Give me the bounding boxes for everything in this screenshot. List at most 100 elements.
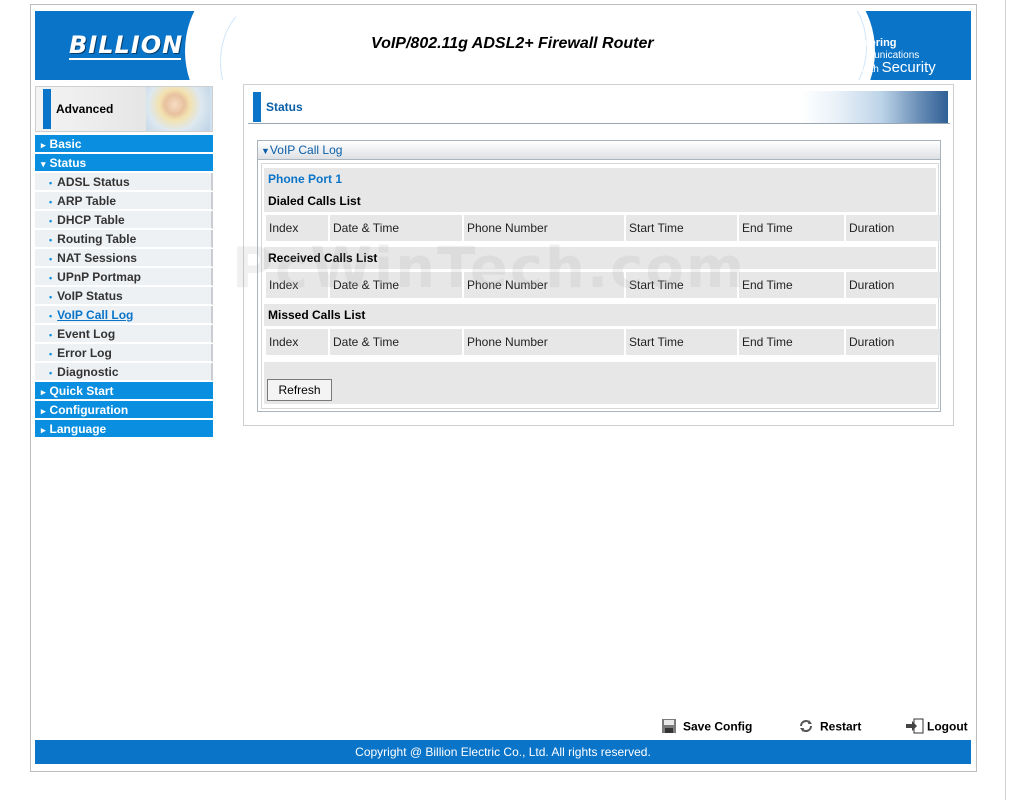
bullet-icon: • — [49, 330, 53, 340]
logout-icon — [905, 718, 925, 737]
accent-bar — [43, 89, 51, 129]
logo-underline — [69, 58, 181, 60]
product-title: VoIP/802.11g ADSL2+ Firewall Router — [371, 35, 654, 52]
sidebar-item-configuration[interactable]: ▸ Configuration — [35, 401, 213, 419]
sidebar-item-label: Quick Start — [49, 384, 114, 398]
sidebar-item-label: NAT Sessions — [57, 251, 137, 265]
list-title-row: Missed Calls List — [264, 304, 936, 326]
bullet-icon: • — [49, 197, 53, 207]
sidebar-item-quick-start[interactable]: ▸ Quick Start — [35, 382, 213, 400]
sidebar-item-arp-table[interactable]: • ARP Table — [35, 192, 213, 210]
sidebar-item-label: VoIP Status — [57, 289, 123, 303]
save-config-label: Save Config — [683, 719, 753, 734]
sidebar-item-label: UPnP Portmap — [57, 270, 141, 284]
header-dot — [253, 39, 259, 45]
column-header: Duration — [846, 272, 940, 298]
office-image — [801, 91, 948, 123]
column-header: End Time — [739, 329, 844, 355]
sidebar-item-label: Event Log — [57, 327, 116, 341]
chevron-right-icon: ▸ — [41, 406, 46, 416]
header-banner: BILLION VoIP/802.11g ADSL2+ Firewall Rou… — [35, 11, 971, 80]
sidebar-item-nat-sessions[interactable]: • NAT Sessions — [35, 249, 213, 267]
bullet-icon: • — [49, 273, 53, 283]
button-row: Refresh — [264, 362, 936, 404]
accent-bar — [253, 92, 261, 122]
column-header: Date & Time — [330, 329, 462, 355]
copyright-bar: Copyright @ Billion Electric Co., Ltd. A… — [35, 740, 971, 764]
list-title-row: Dialed Calls List — [264, 190, 936, 212]
bullet-icon: • — [49, 216, 53, 226]
sidebar-item-error-log[interactable]: • Error Log — [35, 344, 213, 362]
sidebar-item-dhcp-table[interactable]: • DHCP Table — [35, 211, 213, 229]
sidebar-item-label: Configuration — [49, 403, 129, 417]
sidebar-item-diagnostic[interactable]: • Diagnostic — [35, 363, 213, 381]
panel-header[interactable]: ▼VoIP Call Log — [258, 141, 940, 160]
phone-port-row: Phone Port 1 — [264, 168, 936, 190]
save-config-button[interactable]: Save Config — [661, 718, 752, 737]
chevron-right-icon: ▸ — [41, 387, 46, 397]
sidebar-item-label: Routing Table — [57, 232, 137, 246]
chevron-right-icon: ▸ — [41, 425, 46, 435]
tagline-security: Security — [881, 59, 936, 76]
sidebar-item-label: Basic — [49, 137, 82, 151]
sidebar-item-event-log[interactable]: • Event Log — [35, 325, 213, 343]
bullet-icon: • — [49, 368, 53, 378]
bullet-icon: • — [49, 235, 53, 245]
list-title: Dialed Calls List — [268, 194, 361, 208]
sidebar-item-status[interactable]: ▾ Status — [35, 154, 213, 172]
logout-label: Logout — [927, 719, 968, 734]
restart-label: Restart — [820, 719, 862, 734]
header-dot — [805, 37, 811, 43]
sidebar-item-label: Language — [49, 422, 107, 436]
column-header: End Time — [739, 272, 844, 298]
sidebar-item-label: Diagnostic — [57, 365, 119, 379]
panel-title: ▼VoIP Call Log — [261, 143, 342, 157]
phone-port-label: Phone Port 1 — [268, 172, 343, 186]
column-header: Start Time — [626, 329, 737, 355]
sidebar-item-voip-status[interactable]: • VoIP Status — [35, 287, 213, 305]
watermark: PcWinTech.com — [232, 236, 747, 301]
status-header: Status — [248, 89, 950, 124]
bullet-icon: • — [49, 178, 53, 188]
sidebar-item-adsl-status[interactable]: • ADSL Status — [35, 173, 213, 191]
sidebar-item-label: ADSL Status — [57, 175, 130, 189]
sidebar-item-voip-call-log[interactable]: • VoIP Call Log — [35, 306, 213, 324]
tagline-with: with — [861, 64, 879, 75]
sidebar-item-label: DHCP Table — [57, 213, 125, 227]
column-header: Phone Number — [464, 329, 624, 355]
column-header: Duration — [846, 329, 940, 355]
bullet-icon: • — [49, 254, 53, 264]
restart-icon — [798, 718, 814, 737]
sidebar-item-language[interactable]: ▸ Language — [35, 420, 213, 438]
restart-button[interactable]: Restart — [798, 718, 861, 737]
advanced-mode-banner: Advanced — [35, 86, 213, 132]
user-photo — [146, 87, 210, 131]
refresh-button[interactable]: Refresh — [267, 379, 332, 401]
panel-title-text: VoIP Call Log — [269, 143, 343, 157]
sidebar-item-basic[interactable]: ▸ Basic — [35, 135, 213, 153]
floppy-disk-icon — [661, 718, 677, 737]
table-header-row: Index Date & Time Phone Number Start Time En… — [264, 329, 940, 355]
bullet-icon: • — [49, 292, 53, 302]
collapse-arrow-icon: ▼ — [261, 146, 270, 156]
bullet-icon: • — [49, 311, 53, 321]
header-arc — [220, 11, 312, 80]
sidebar-item-label: VoIP Call Log — [57, 308, 134, 322]
sidebar-item-upnp-portmap[interactable]: • UPnP Portmap — [35, 268, 213, 286]
bullet-icon: • — [49, 349, 53, 359]
sidebar-item-routing-table[interactable]: • Routing Table — [35, 230, 213, 248]
window-edge — [1005, 0, 1006, 800]
sidebar-item-label: ARP Table — [57, 194, 117, 208]
advanced-label: Advanced — [56, 102, 114, 116]
logout-button[interactable]: Logout — [905, 718, 968, 737]
sidebar-item-label: Status — [49, 156, 87, 170]
tagline-powering: Powering — [847, 37, 897, 49]
chevron-right-icon: ▸ — [41, 140, 46, 150]
list-title: Missed Calls List — [268, 308, 366, 322]
tagline: Powering communications with Security — [847, 37, 971, 76]
column-header: Index — [266, 329, 328, 355]
column-header: Duration — [846, 215, 940, 241]
column-header: End Time — [739, 215, 844, 241]
sidebar-item-label: Error Log — [57, 346, 112, 360]
page-title: Status — [266, 100, 303, 114]
